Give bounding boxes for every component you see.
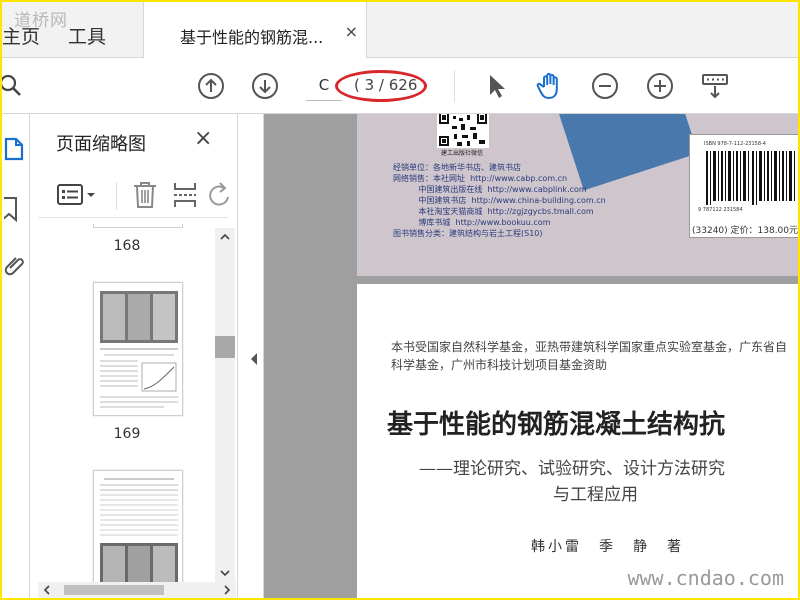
panel-title: 页面缩略图 xyxy=(56,134,146,155)
scroll-left-icon xyxy=(43,585,50,595)
cover-info: 经销单位：各地新华书店、建筑书店 网络销售：本社网址 http://www.ca… xyxy=(393,162,606,239)
bookmark-icon[interactable] xyxy=(2,196,26,223)
book-subtitle-continued: 与工程应用 xyxy=(553,485,638,505)
panel-collapse-handle[interactable] xyxy=(244,114,264,598)
insert-page-button[interactable] xyxy=(172,180,198,214)
scroll-down-icon xyxy=(220,570,230,577)
toolbar: C ( 3 / 626 xyxy=(2,58,798,114)
isbn-label: ISBN 978-7-112-23158-4 xyxy=(704,141,766,147)
book-subtitle: ——理论研究、试验研究、设计方法研究 xyxy=(419,459,725,479)
hand-icon xyxy=(536,72,558,99)
funding-line: 本书受国家自然科学基金，亚热带建筑科学国家重点实验室基金，广东省自 xyxy=(391,340,788,354)
book-title: 基于性能的钢筋混凝土结构抗 xyxy=(387,410,726,440)
cover-info-line: 图书销售分类：建筑结构与岩土工程(S10) xyxy=(393,229,543,238)
thumbnail-label-169: 169 xyxy=(113,426,141,442)
thumbnail-page-169[interactable] xyxy=(93,282,183,416)
toolbar-divider xyxy=(454,70,455,102)
back-cover-page: 建工出版社微信 经销单位：各地新华书店、建筑书店 网络销售：本社网址 http:… xyxy=(357,114,798,276)
thumbnail-list: 168 169 xyxy=(38,224,216,584)
thumbnail-label-168: 168 xyxy=(113,238,141,254)
funding-line: 科学基金，广州市科技计划项目基金资助 xyxy=(391,358,608,372)
previous-page-button[interactable] xyxy=(195,70,227,102)
panel-close-button[interactable]: × xyxy=(194,126,212,151)
tab-document-title: 基于性能的钢筋混... xyxy=(180,28,324,47)
search-icon[interactable] xyxy=(2,70,28,102)
scroll-right-icon xyxy=(224,585,231,595)
document-view[interactable]: 建工出版社微信 经销单位：各地新华书店、建筑书店 网络销售：本社网址 http:… xyxy=(264,114,798,598)
qr-label: 建工出版社微信 xyxy=(441,150,484,157)
next-page-button[interactable] xyxy=(249,70,281,102)
minus-circle-icon xyxy=(592,73,618,99)
price-label: (33240) 定价：138.00元 xyxy=(692,226,798,236)
cover-info-line: 经销单位：各地新华书店、建筑书店 xyxy=(393,163,521,172)
scroll-up-icon xyxy=(220,233,230,240)
tab-bar: 主页 工具 基于性能的钢筋混... × xyxy=(2,2,798,59)
cover-info-line: 中国建筑出版在线 http://www.cabplink.com xyxy=(393,185,587,194)
collapse-left-icon xyxy=(251,353,257,365)
highlight-oval xyxy=(335,70,427,102)
hand-tool-button[interactable] xyxy=(534,70,566,102)
keyboard-scroll-icon xyxy=(702,74,728,99)
left-rail xyxy=(2,114,30,598)
cover-info-line: 中国建筑书店 http://www.china-building.com.cn xyxy=(393,196,606,205)
app-window: 道桥网 主页 工具 基于性能的钢筋混... × C ( 3 / 626 页面缩略… xyxy=(2,2,798,598)
hscrollbar-thumb[interactable] xyxy=(64,585,164,595)
cover-info-line: 博库书城 http://www.bookuu.com xyxy=(393,218,551,227)
scroll-mode-button[interactable] xyxy=(699,70,731,102)
book-authors: 韩小雷 季 静 著 xyxy=(531,539,684,555)
isbn-digits: 9 787112 231584 xyxy=(698,207,743,213)
thumbnail-scrollbar[interactable] xyxy=(215,228,235,582)
trash-icon xyxy=(134,182,156,208)
barcode xyxy=(706,151,795,205)
cover-info-line: 本社淘宝天猫商城 http://zgjzgycbs.tmall.com xyxy=(393,207,594,216)
thumbnail-page-167-edge xyxy=(93,224,183,228)
zoom-in-button[interactable] xyxy=(644,70,676,102)
attachment-icon[interactable] xyxy=(4,252,26,278)
zoom-out-button[interactable] xyxy=(589,70,621,102)
list-options-icon xyxy=(57,184,95,205)
isbn-box: ISBN 978-7-112-23158-4 9 787112 231584 (… xyxy=(689,134,798,238)
options-menu-button[interactable] xyxy=(56,182,100,212)
tab-close-button[interactable]: × xyxy=(345,22,358,41)
arrow-down-circle-icon xyxy=(252,73,278,99)
funding-note: 本书受国家自然科学基金，亚热带建筑科学国家重点实验室基金，广东省自 科学基金，广… xyxy=(391,338,798,374)
watermark-top: 道桥网 xyxy=(14,11,68,31)
rotate-icon xyxy=(209,182,229,206)
thumbnail-hscrollbar[interactable] xyxy=(38,582,236,598)
tab-document[interactable]: 基于性能的钢筋混... × xyxy=(143,2,367,59)
plus-circle-icon xyxy=(647,73,673,99)
page-insert-icon xyxy=(174,183,196,207)
arrow-up-circle-icon xyxy=(198,73,224,99)
cursor-arrow-icon xyxy=(490,75,505,98)
tab-tools[interactable]: 工具 xyxy=(68,22,106,49)
watermark-bottom: www.cndao.com xyxy=(627,566,784,590)
select-tool-button[interactable] xyxy=(480,70,512,102)
page-thumbnails-icon[interactable] xyxy=(4,136,26,162)
panel-divider xyxy=(116,182,117,210)
title-page: 本书受国家自然科学基金，亚热带建筑科学国家重点实验室基金，广东省自 科学基金，广… xyxy=(357,284,798,598)
cover-info-line: 网络销售：本社网址 http://www.cabp.com.cn xyxy=(393,174,568,183)
thumbnail-panel: 页面缩略图 × 168 169 xyxy=(38,114,238,598)
qr-code xyxy=(437,114,489,148)
panel-toolbar xyxy=(38,174,230,218)
scrollbar-thumb[interactable] xyxy=(215,336,235,358)
delete-page-button[interactable] xyxy=(132,180,158,214)
rotate-page-button[interactable] xyxy=(208,180,230,214)
thumbnail-page-170[interactable] xyxy=(93,470,183,584)
